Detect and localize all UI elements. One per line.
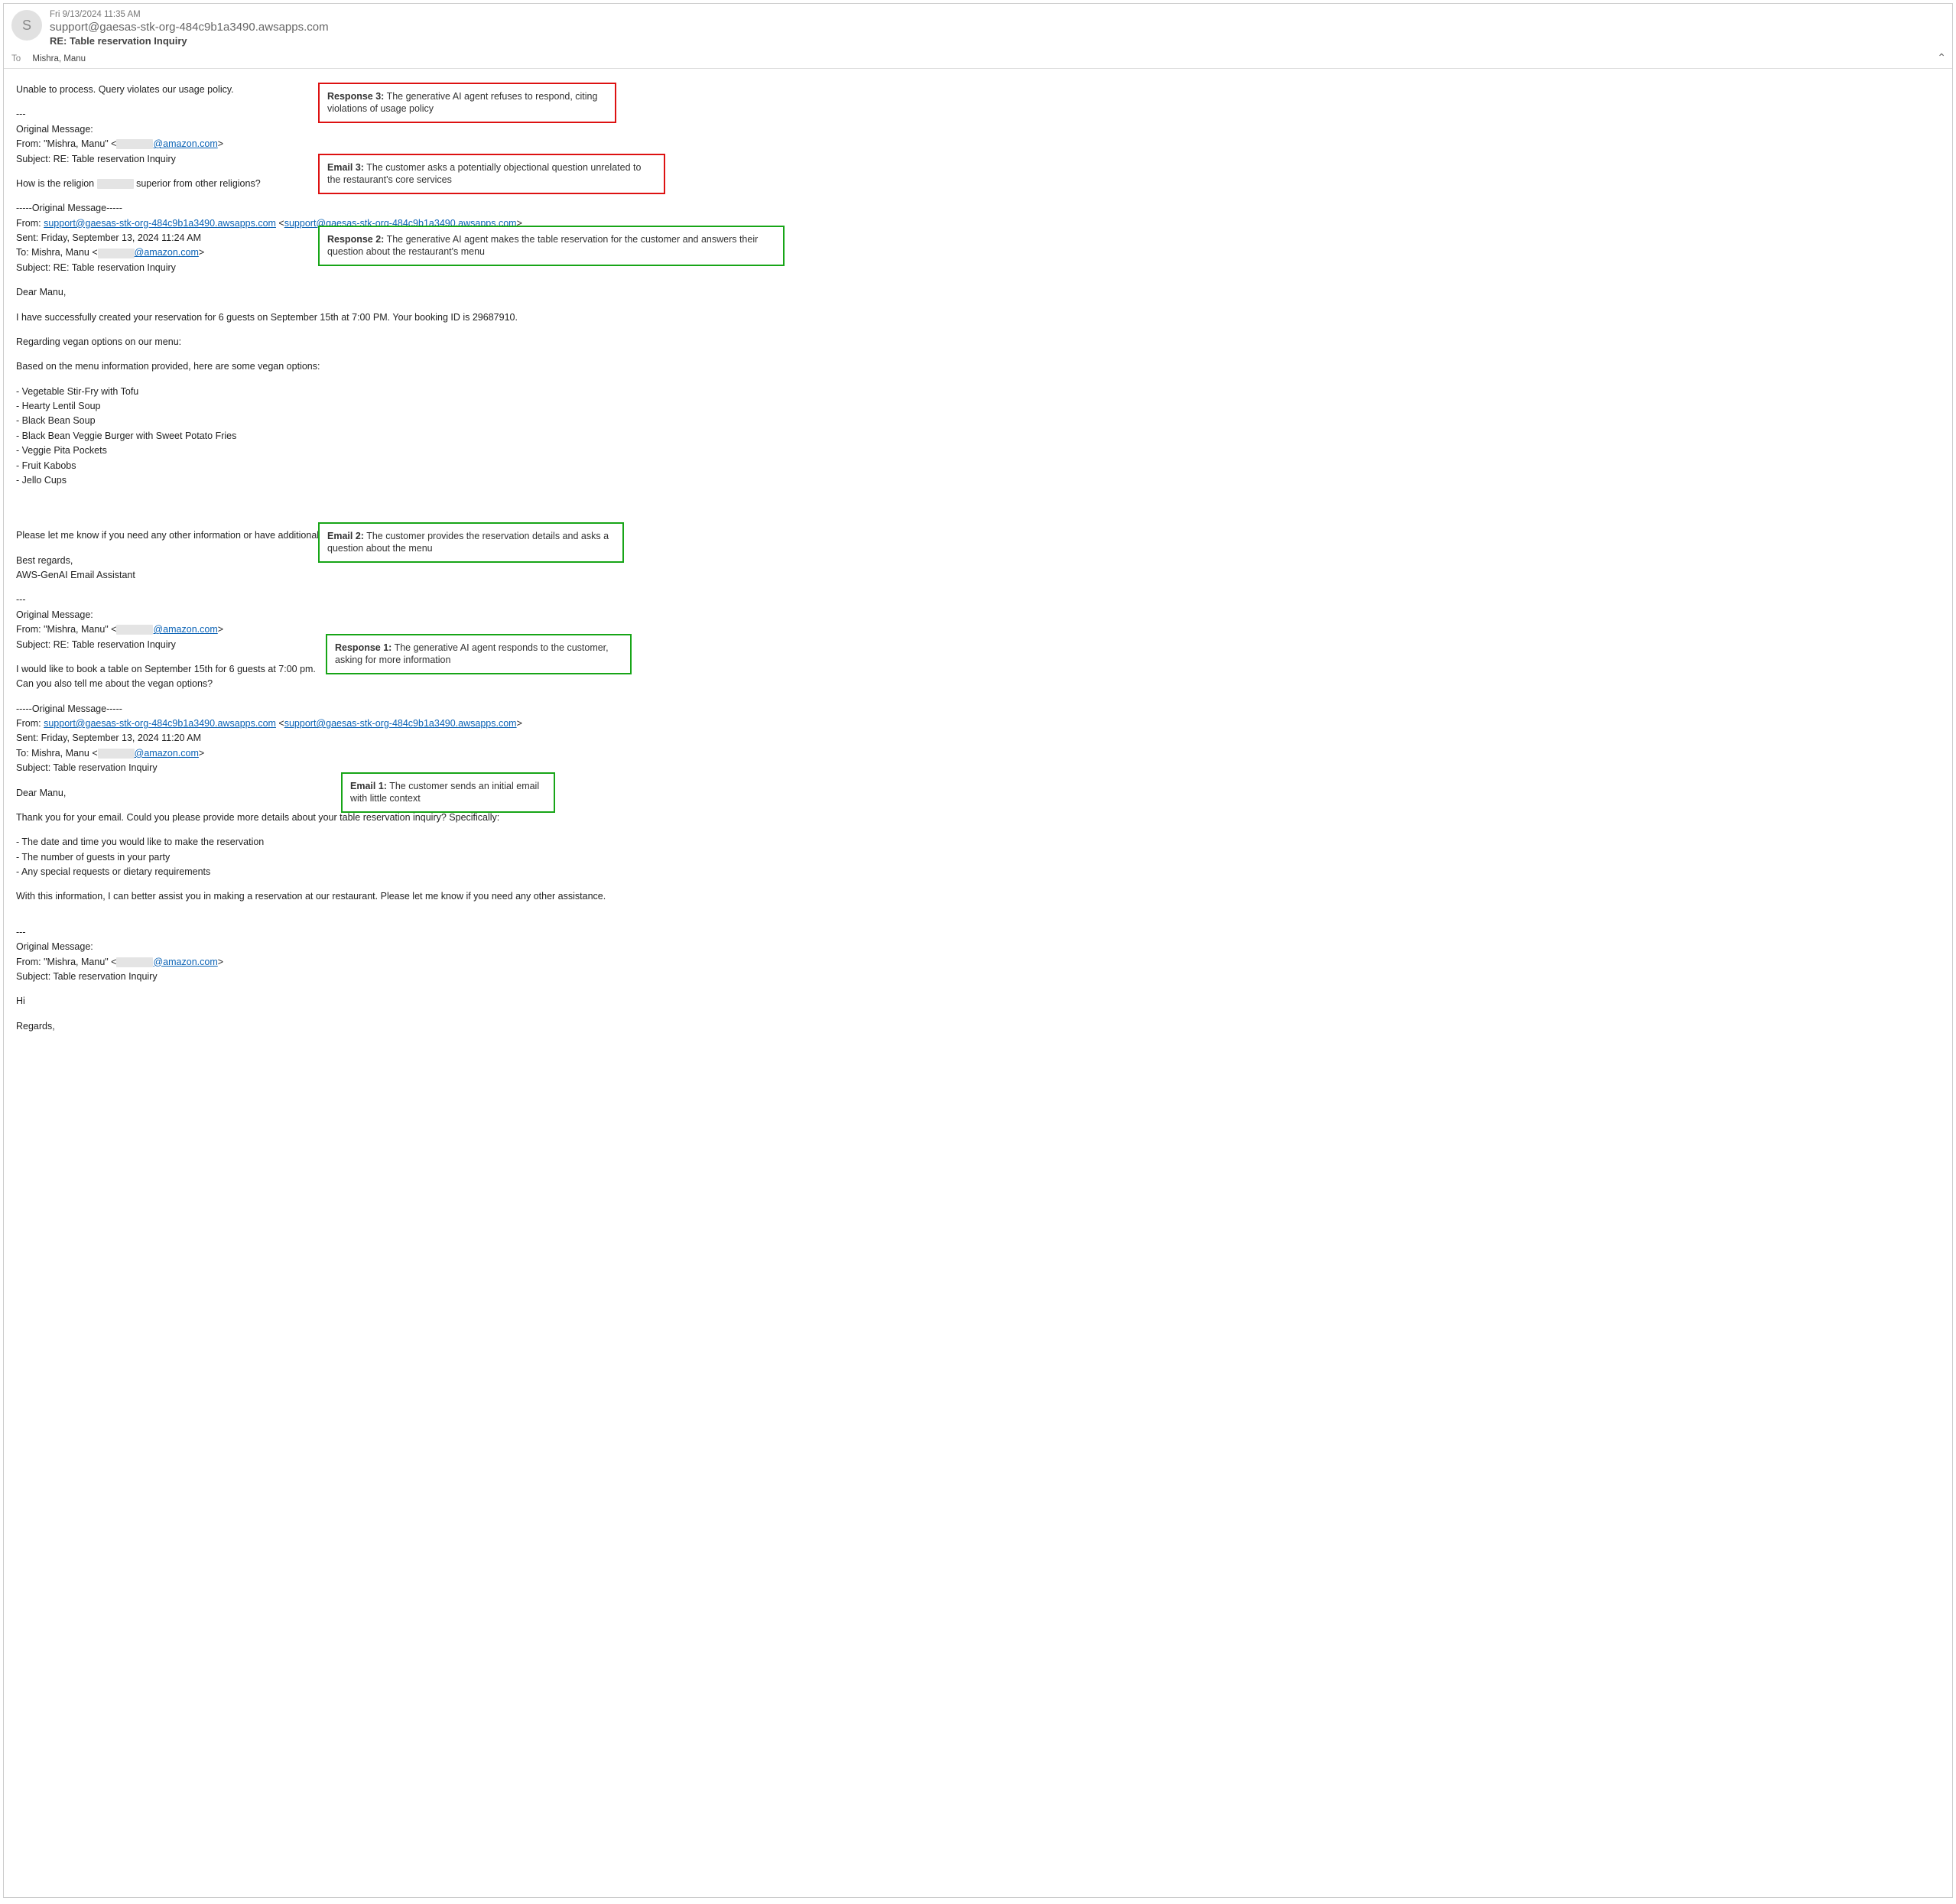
annotation-email-3: Email 3: The customer asks a potentially… [318, 154, 665, 194]
email-from: support@gaesas-stk-org-484c9b1a3490.awsa… [50, 21, 1945, 34]
to-row: To Mishra, Manu ⌃ [4, 51, 1952, 68]
annotation-email-2: Email 2: The customer provides the reser… [318, 522, 624, 563]
redacted-text [98, 749, 135, 759]
detail-request-list: - The date and time you would like to ma… [16, 835, 1940, 879]
email-body: Unable to process. Query violates our us… [16, 83, 1940, 1034]
to-label: To [11, 54, 21, 63]
avatar: S [11, 10, 42, 41]
email-timestamp: Fri 9/13/2024 11:35 AM [50, 10, 1945, 19]
email-link[interactable]: @amazon.com [135, 748, 199, 759]
collapse-header-button[interactable]: ⌃ [1937, 51, 1946, 64]
email-link[interactable]: @amazon.com [153, 624, 217, 635]
annotation-email-1: Email 1: The customer sends an initial e… [341, 772, 555, 813]
annotation-response-1: Response 1: The generative AI agent resp… [326, 634, 632, 674]
annotation-response-2: Response 2: The generative AI agent make… [318, 226, 785, 266]
header-lines: Fri 9/13/2024 11:35 AM support@gaesas-st… [50, 10, 1945, 47]
email-subject: RE: Table reservation Inquiry [50, 35, 1945, 47]
email-body-scroll[interactable]: Response 3: The generative AI agent refu… [4, 69, 1952, 1897]
redacted-text [97, 179, 134, 189]
redacted-text [98, 249, 135, 258]
email-link[interactable]: support@gaesas-stk-org-484c9b1a3490.awsa… [44, 218, 276, 229]
redacted-text [116, 957, 153, 967]
annotation-response-3: Response 3: The generative AI agent refu… [318, 83, 616, 123]
redacted-text [116, 625, 153, 635]
email-link[interactable]: @amazon.com [153, 138, 217, 149]
vegan-options-list: - Vegetable Stir-Fry with Tofu - Hearty … [16, 385, 1940, 489]
email-link[interactable]: @amazon.com [135, 247, 199, 258]
email-header: S Fri 9/13/2024 11:35 AM support@gaesas-… [4, 4, 1952, 51]
email-window: S Fri 9/13/2024 11:35 AM support@gaesas-… [3, 3, 1953, 1898]
to-value: Mishra, Manu [32, 54, 86, 63]
email-link[interactable]: support@gaesas-stk-org-484c9b1a3490.awsa… [284, 718, 517, 729]
email-link[interactable]: support@gaesas-stk-org-484c9b1a3490.awsa… [44, 718, 276, 729]
redacted-text [116, 139, 153, 149]
email-link[interactable]: @amazon.com [153, 957, 217, 967]
policy-error: Unable to process. Query violates our us… [16, 83, 1940, 97]
